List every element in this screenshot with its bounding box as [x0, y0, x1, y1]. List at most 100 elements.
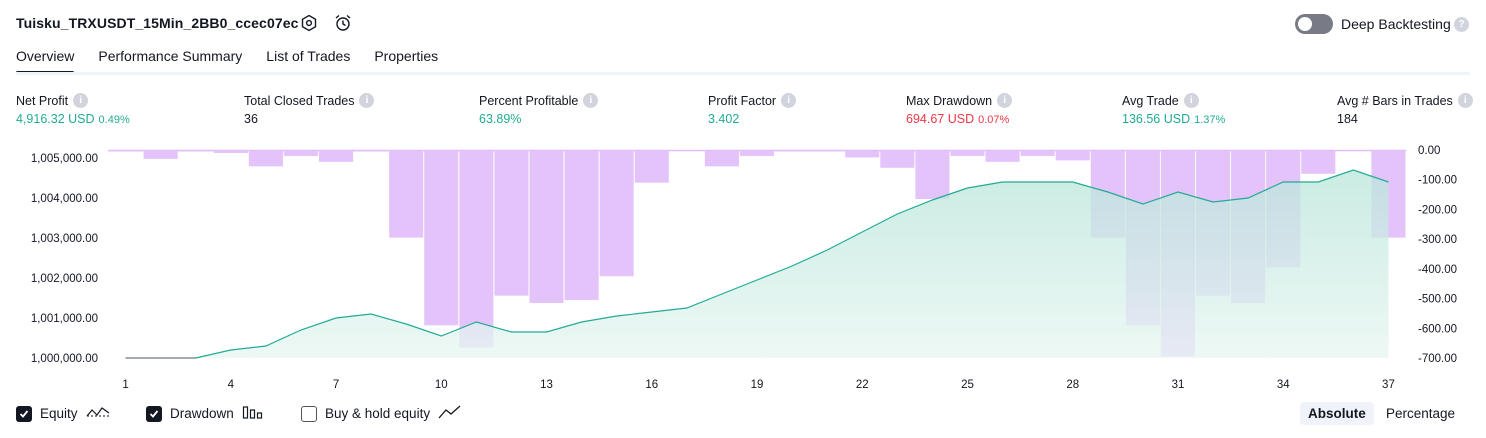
drawdown-bar: [1336, 150, 1371, 151]
legend-buy-hold[interactable]: Buy & hold equity: [301, 404, 462, 423]
metric-label: Avg # Bars in Trades: [1337, 93, 1453, 108]
buy-hold-checkbox[interactable]: [301, 405, 317, 422]
drawdown-bar: [704, 150, 739, 167]
legend-equity[interactable]: Equity: [16, 404, 110, 423]
tab-bar: Overview Performance Summary List of Tra…: [16, 48, 438, 74]
percentage-button[interactable]: Percentage: [1378, 402, 1463, 425]
metric-avg-trade: Avg Trade i 136.56 USD 1.37%: [1122, 93, 1225, 126]
info-icon[interactable]: i: [1457, 93, 1473, 108]
drawdown-bar: [143, 150, 178, 159]
deep-backtesting-toggle[interactable]: [1295, 14, 1333, 34]
x-tick-label: 25: [961, 379, 974, 391]
drawdown-checkbox[interactable]: [146, 405, 162, 422]
y-left-tick-label: 1,001,000.00: [31, 313, 98, 325]
info-icon[interactable]: i: [73, 93, 89, 108]
metric-percent-profitable: Percent Profitable i 63.89%: [479, 93, 599, 126]
y-right-tick-label: -500.00: [1418, 294, 1457, 306]
metric-max-drawdown: Max Drawdown i 694.67 USD 0.07%: [906, 93, 1013, 126]
drawdown-bar: [213, 150, 248, 153]
metric-total-closed-trades: Total Closed Trades i 36: [244, 93, 375, 126]
metric-avg-bars-in-trades: Avg # Bars in Trades i 184: [1337, 93, 1473, 126]
drawdown-bar: [354, 150, 389, 152]
drawdown-bar: [810, 150, 845, 152]
metric-label: Max Drawdown: [906, 93, 993, 108]
info-icon[interactable]: i: [1183, 93, 1199, 108]
x-tick-label: 37: [1382, 379, 1395, 391]
metric-percent: 1.37%: [1194, 114, 1226, 126]
equity-checkbox[interactable]: [16, 405, 32, 422]
drawdown-bar: [634, 150, 669, 183]
metric-label: Net Profit: [16, 93, 69, 108]
drawdown-bar: [739, 150, 775, 156]
buy-hold-label: Buy & hold equity: [325, 406, 431, 421]
bar-chart-icon: [242, 404, 264, 423]
info-icon[interactable]: i: [583, 93, 599, 108]
y-left-tick-label: 1,005,000.00: [31, 153, 98, 165]
drawdown-bar: [178, 150, 213, 152]
drawdown-bar: [950, 150, 985, 156]
x-tick-label: 19: [751, 379, 764, 391]
x-tick-label: 1: [122, 379, 128, 391]
drawdown-bar: [564, 150, 599, 301]
metric-percent: 0.07%: [978, 114, 1010, 126]
drawdown-bar: [599, 150, 634, 277]
y-right-tick-label: -600.00: [1418, 323, 1457, 335]
drawdown-bar: [1020, 150, 1055, 156]
y-right-tick-label: -100.00: [1418, 175, 1457, 187]
y-left-tick-label: 1,004,000.00: [31, 193, 98, 205]
info-icon[interactable]: i: [781, 93, 797, 108]
drawdown-bar: [985, 150, 1020, 162]
x-tick-label: 16: [645, 379, 658, 391]
y-axis-right: 0.00 -100.00 -200.00 -300.00 -400.00 -500.00 -…: [1418, 145, 1457, 365]
info-icon[interactable]: i: [359, 93, 375, 108]
equity-drawdown-chart: 1,000,000.00 1,001,000.00 1,002,000.00 1,00…: [31, 145, 1457, 391]
deep-backtesting-label: Deep Backtesting: [1341, 16, 1451, 32]
y-left-tick-label: 1,002,000.00: [31, 273, 98, 285]
metric-net-profit: Net Profit i 4,916.32 USD 0.49%: [16, 93, 130, 126]
legend-drawdown[interactable]: Drawdown: [146, 404, 264, 423]
tabs-divider: [16, 72, 1470, 75]
y-right-tick-label: -200.00: [1418, 204, 1457, 216]
drawdown-label: Drawdown: [170, 406, 234, 421]
metric-value: 694.67 USD: [906, 112, 975, 126]
drawdown-bar: [318, 150, 354, 162]
drawdown-bar: [915, 150, 950, 200]
metric-value: 3.402: [708, 112, 740, 126]
y-right-tick-label: 0.00: [1418, 145, 1440, 157]
metric-label: Percent Profitable: [479, 93, 579, 108]
drawdown-bar: [1055, 150, 1090, 161]
x-tick-label: 22: [856, 379, 869, 391]
strategy-title: Tuisku_TRXUSDT_15Min_2BB0_ccec07ec: [16, 15, 299, 31]
metric-label: Avg Trade: [1122, 93, 1179, 108]
tab-overview[interactable]: Overview: [16, 48, 75, 74]
x-tick-label: 28: [1066, 379, 1079, 391]
tab-list-of-trades[interactable]: List of Trades: [266, 48, 350, 74]
drawdown-bar: [529, 150, 564, 304]
x-tick-label: 4: [228, 379, 235, 391]
alarm-clock-icon[interactable]: [333, 13, 353, 33]
equity-line-icon: [86, 404, 110, 423]
x-axis: 1 4 7 10 13 16 19 22 25 28 31 34 37: [122, 379, 1395, 391]
drawdown-bar: [424, 150, 459, 326]
equity-area: [125, 169, 1389, 359]
y-axis-left: 1,000,000.00 1,001,000.00 1,002,000.00 1,00…: [31, 153, 98, 365]
metric-percent: 0.49%: [98, 114, 130, 126]
metric-label: Total Closed Trades: [244, 93, 355, 108]
metric-value: 4,916.32 USD: [16, 112, 95, 126]
y-left-tick-label: 1,003,000.00: [31, 233, 98, 245]
metric-value: 184: [1337, 112, 1358, 126]
info-icon[interactable]: i: [997, 93, 1013, 108]
x-tick-label: 7: [333, 379, 339, 391]
drawdown-bar: [283, 150, 318, 156]
absolute-button[interactable]: Absolute: [1300, 402, 1374, 425]
metric-value: 136.56 USD: [1122, 112, 1191, 126]
help-icon[interactable]: ?: [1454, 17, 1469, 32]
settings-icon[interactable]: [299, 13, 319, 33]
metric-value: 63.89%: [479, 112, 522, 126]
y-left-tick-label: 1,000,000.00: [31, 353, 98, 365]
tab-properties[interactable]: Properties: [374, 48, 438, 74]
x-tick-label: 10: [435, 379, 448, 391]
metric-label: Profit Factor: [708, 93, 777, 108]
tab-performance-summary[interactable]: Performance Summary: [98, 48, 242, 74]
drawdown-bar: [845, 150, 880, 158]
